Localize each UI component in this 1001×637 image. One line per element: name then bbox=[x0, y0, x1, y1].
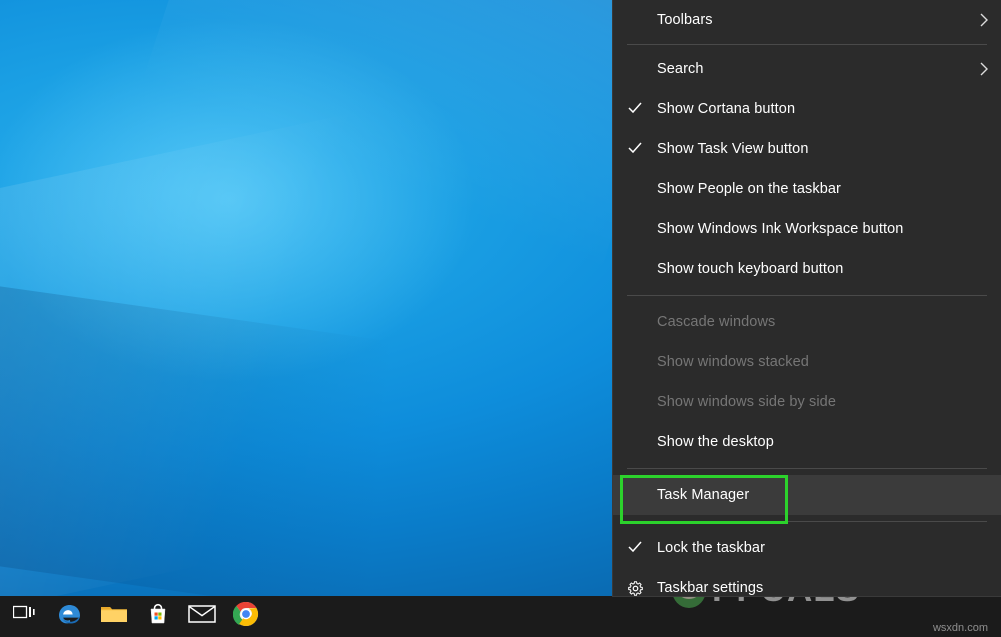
chrome-button[interactable] bbox=[224, 596, 268, 637]
menu-item-label: Search bbox=[657, 61, 704, 77]
chevron-right-icon bbox=[967, 61, 1001, 77]
task-view-button[interactable] bbox=[0, 596, 48, 637]
menu-item-label: Lock the taskbar bbox=[657, 540, 765, 556]
checkmark-icon bbox=[613, 541, 657, 556]
store-bag-icon bbox=[146, 602, 170, 631]
menu-item-label: Show Task View button bbox=[657, 141, 809, 157]
menu-item-label: Task Manager bbox=[657, 487, 750, 503]
menu-item-show-people-on-the-taskbar[interactable]: Show People on the taskbar bbox=[613, 169, 1001, 209]
menu-item-lock-the-taskbar[interactable]: Lock the taskbar bbox=[613, 528, 1001, 568]
menu-separator bbox=[627, 468, 987, 469]
microsoft-store-button[interactable] bbox=[136, 596, 180, 637]
menu-item-show-task-view-button[interactable]: Show Task View button bbox=[613, 129, 1001, 169]
menu-item-label: Show touch keyboard button bbox=[657, 261, 844, 277]
menu-item-show-windows-side-by-side: Show windows side by side bbox=[613, 382, 1001, 422]
chevron-right-icon bbox=[967, 12, 1001, 28]
file-explorer-button[interactable] bbox=[92, 596, 136, 637]
edge-button[interactable] bbox=[48, 596, 92, 637]
menu-item-label: Show People on the taskbar bbox=[657, 181, 841, 197]
menu-item-label: Cascade windows bbox=[657, 314, 776, 330]
menu-item-show-the-desktop[interactable]: Show the desktop bbox=[613, 422, 1001, 462]
menu-item-show-windows-stacked: Show windows stacked bbox=[613, 342, 1001, 382]
menu-item-show-windows-ink-workspace-button[interactable]: Show Windows Ink Workspace button bbox=[613, 209, 1001, 249]
chrome-browser-icon bbox=[232, 601, 259, 632]
task-view-icon bbox=[12, 604, 35, 629]
menu-separator bbox=[627, 295, 987, 296]
menu-item-label: Taskbar settings bbox=[657, 580, 764, 596]
menu-item-show-touch-keyboard-button[interactable]: Show touch keyboard button bbox=[613, 249, 1001, 289]
wallpaper-glow bbox=[0, 0, 580, 460]
gear-icon bbox=[613, 580, 657, 597]
menu-item-task-manager[interactable]: Task Manager bbox=[613, 475, 1001, 515]
wallpaper-sheen-bottom bbox=[0, 280, 660, 637]
menu-item-taskbar-settings[interactable]: Taskbar settings bbox=[613, 568, 1001, 608]
menu-item-search[interactable]: Search bbox=[613, 49, 1001, 89]
menu-item-label: Show Cortana button bbox=[657, 101, 796, 117]
menu-item-label: Toolbars bbox=[657, 12, 713, 28]
menu-item-label: Show windows side by side bbox=[657, 394, 837, 410]
menu-separator bbox=[627, 44, 987, 45]
checkmark-icon bbox=[613, 142, 657, 157]
menu-item-label: Show the desktop bbox=[657, 434, 774, 450]
wallpaper-sheen-mid bbox=[0, 51, 640, 609]
menu-item-toolbars[interactable]: Toolbars bbox=[613, 0, 1001, 40]
mail-button[interactable] bbox=[180, 596, 224, 637]
checkmark-icon bbox=[613, 102, 657, 117]
folder-icon bbox=[100, 603, 128, 630]
envelope-icon bbox=[188, 604, 216, 629]
menu-item-label: Show windows stacked bbox=[657, 354, 809, 370]
menu-item-label: Show Windows Ink Workspace button bbox=[657, 221, 904, 237]
screen: PPUALS wsxdn.com Toolbars Search Show Co… bbox=[0, 0, 1001, 637]
wallpaper-sheen-top bbox=[71, 0, 689, 300]
menu-separator bbox=[627, 521, 987, 522]
edge-browser-icon bbox=[57, 601, 83, 632]
menu-item-show-cortana-button[interactable]: Show Cortana button bbox=[613, 89, 1001, 129]
taskbar-context-menu[interactable]: Toolbars Search Show Cortana button Show… bbox=[613, 0, 1001, 596]
menu-item-cascade-windows: Cascade windows bbox=[613, 302, 1001, 342]
